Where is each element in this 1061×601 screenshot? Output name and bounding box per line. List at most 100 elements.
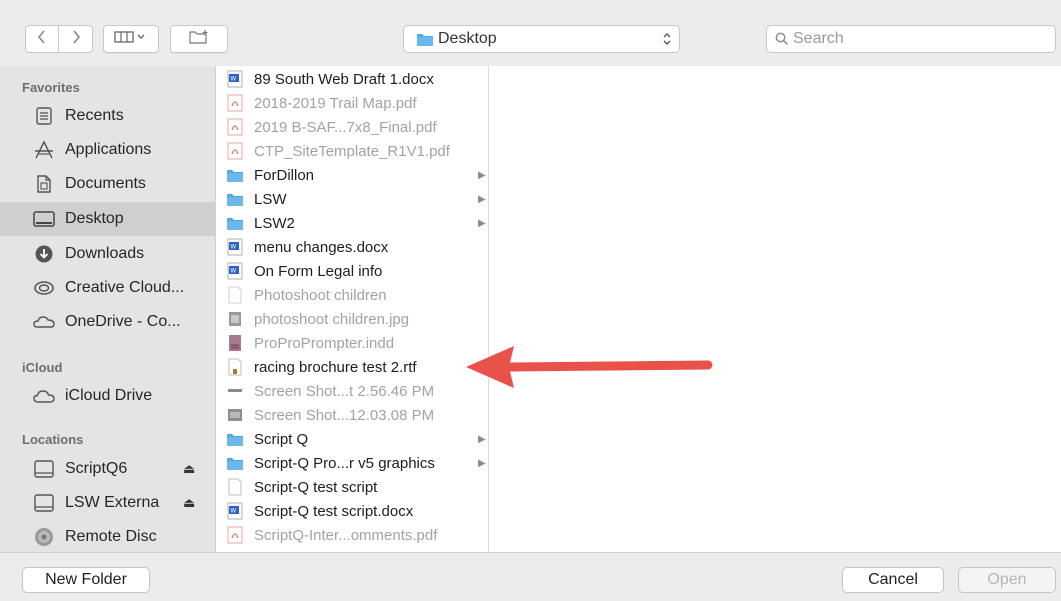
file-name: Script-Q Pro...r v5 graphics — [254, 454, 435, 472]
sidebar-item-label: iCloud Drive — [65, 387, 153, 404]
sidebar-item-label: Creative Cloud... — [65, 279, 185, 296]
file-name: ScriptQ-Inter...omments.pdf — [254, 526, 438, 544]
sidebar-item-label: Desktop — [65, 210, 124, 227]
sidebar-item-label: OneDrive - Co... — [65, 313, 181, 330]
bottom-bar: New Folder Cancel Open — [0, 552, 1061, 601]
folder-icon — [226, 166, 244, 184]
search-input[interactable] — [793, 30, 1043, 48]
file-name: racing brochure test 2.rtf — [254, 358, 417, 376]
back-button[interactable] — [25, 25, 59, 53]
pdf-icon — [226, 118, 244, 136]
open-button[interactable]: Open — [958, 567, 1056, 593]
sidebar-item-recents[interactable]: Recents — [0, 99, 215, 133]
browser-content: Favorites Recents Applications Documents — [0, 66, 1061, 552]
svg-text:W: W — [230, 268, 236, 275]
sidebar-item-lsw-external[interactable]: LSW Externa ⏏ — [0, 486, 215, 520]
disclosure-chevron-icon: ▶ — [478, 217, 486, 229]
word-doc-icon: W — [226, 238, 244, 256]
file-name: Script-Q test script.docx — [254, 502, 414, 520]
file-name: 89 South Web Draft 1.docx — [254, 70, 434, 88]
file-list-column: W 89 South Web Draft 1.docx 2018-2019 Tr… — [216, 66, 488, 552]
file-name: Script Q — [254, 430, 309, 448]
open-file-dialog: Desktop Favorites Recents — [0, 0, 1061, 601]
file-row[interactable]: Script-Q test script — [216, 475, 488, 499]
new-folder-icon — [188, 29, 210, 50]
applications-icon — [31, 137, 57, 163]
sidebar-item-label: ScriptQ6 — [65, 460, 128, 477]
pdf-icon — [226, 94, 244, 112]
folder-row[interactable]: LSW ▶ — [216, 187, 488, 211]
file-row: CTP_SiteTemplate_R1V1.pdf — [216, 139, 488, 163]
pdf-icon — [226, 526, 244, 544]
file-name: 2018-2019 Trail Map.pdf — [254, 94, 417, 112]
preview-column — [489, 66, 1061, 552]
folder-icon — [226, 430, 244, 448]
recents-icon — [31, 103, 57, 129]
view-options-button[interactable] — [103, 25, 159, 53]
cloud-icon — [31, 383, 57, 409]
file-row[interactable]: W 89 South Web Draft 1.docx — [216, 67, 488, 91]
sidebar: Favorites Recents Applications Documents — [0, 66, 215, 552]
eject-button[interactable]: ⏏ — [183, 495, 195, 511]
svg-text:W: W — [230, 508, 236, 515]
chevron-right-icon — [71, 29, 81, 49]
file-name: Script-Q test script — [254, 478, 378, 496]
file-name: photoshoot children.jpg — [254, 310, 410, 328]
sidebar-item-label: Documents — [65, 175, 146, 192]
file-row: ScriptQ-Inter...omments.pdf — [216, 523, 488, 547]
blank-document-icon — [226, 478, 244, 496]
forward-button[interactable] — [59, 25, 93, 53]
sidebar-item-icloud-drive[interactable]: iCloud Drive — [0, 379, 215, 413]
file-row: 2019 B-SAF...7x8_Final.pdf — [216, 115, 488, 139]
word-doc-icon: W — [226, 502, 244, 520]
file-name: Screen Shot...t 2.56.46 PM — [254, 382, 435, 400]
sidebar-item-label: Recents — [65, 107, 124, 124]
svg-text:W: W — [230, 76, 236, 83]
eject-button[interactable]: ⏏ — [183, 461, 195, 477]
folder-icon — [226, 190, 244, 208]
updown-chevron-icon — [662, 31, 672, 52]
toolbar: Desktop — [0, 0, 1061, 73]
sidebar-section-icloud: iCloud — [22, 360, 63, 375]
file-row[interactable]: racing brochure test 2.rtf — [216, 355, 488, 379]
file-name: LSW — [254, 190, 287, 208]
location-popup[interactable]: Desktop — [403, 25, 680, 53]
disclosure-chevron-icon: ▶ — [478, 457, 486, 469]
screenshot-file-icon — [226, 382, 244, 400]
folder-row[interactable]: LSW2 ▶ — [216, 211, 488, 235]
drive-icon — [31, 456, 57, 482]
svg-text:W: W — [230, 244, 236, 251]
file-name: ProProPrompter.indd — [254, 334, 395, 352]
file-name: CTP_SiteTemplate_R1V1.pdf — [254, 142, 450, 160]
folder-row[interactable]: Script Q ▶ — [216, 427, 488, 451]
sidebar-item-downloads[interactable]: Downloads — [0, 237, 215, 271]
file-row[interactable]: W On Form Legal info — [216, 259, 488, 283]
sidebar-section-favorites: Favorites — [22, 80, 80, 95]
navigation-buttons — [25, 25, 93, 53]
drive-icon — [31, 490, 57, 516]
folder-row[interactable]: Script-Q Pro...r v5 graphics ▶ — [216, 451, 488, 475]
sidebar-item-onedrive[interactable]: OneDrive - Co... — [0, 305, 215, 339]
file-name: menu changes.docx — [254, 238, 389, 256]
sidebar-item-scriptq6[interactable]: ScriptQ6 ⏏ — [0, 452, 215, 486]
sidebar-item-desktop[interactable]: Desktop — [0, 202, 215, 236]
file-row: 2018-2019 Trail Map.pdf — [216, 91, 488, 115]
rtf-document-icon — [226, 358, 244, 376]
new-folder-button[interactable]: New Folder — [22, 567, 150, 593]
folder-row[interactable]: ForDillon ▶ — [216, 163, 488, 187]
file-row[interactable]: W menu changes.docx — [216, 235, 488, 259]
cancel-button[interactable]: Cancel — [842, 567, 944, 593]
disclosure-chevron-icon: ▶ — [478, 433, 486, 445]
search-field[interactable] — [766, 25, 1056, 53]
sidebar-item-remote-disc[interactable]: Remote Disc — [0, 520, 215, 554]
sidebar-item-creative-cloud[interactable]: Creative Cloud... — [0, 271, 215, 305]
file-name: 2019 B-SAF...7x8_Final.pdf — [254, 118, 437, 136]
blank-document-icon — [226, 286, 244, 304]
new-folder-toolbar-button[interactable] — [170, 25, 228, 53]
sidebar-item-applications[interactable]: Applications — [0, 133, 215, 167]
file-row[interactable]: W Script-Q test script.docx — [216, 499, 488, 523]
word-doc-icon: W — [226, 262, 244, 280]
disclosure-chevron-icon: ▶ — [478, 169, 486, 181]
onedrive-icon — [31, 309, 57, 335]
sidebar-item-documents[interactable]: Documents — [0, 167, 215, 201]
